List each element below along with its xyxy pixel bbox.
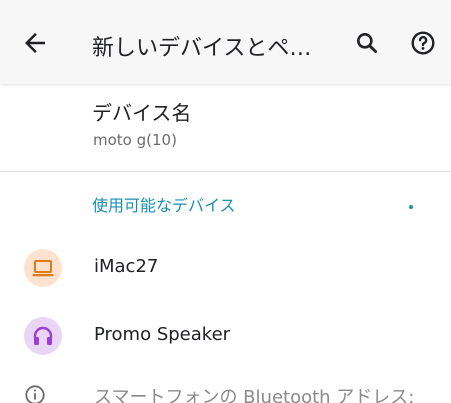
device-item-imac27[interactable]: iMac27 (0, 233, 451, 301)
headphones-icon (33, 326, 53, 345)
device-label: Promo Speaker (94, 324, 231, 345)
device-name-title: デバイス名 (92, 101, 192, 125)
device-item-promo-speaker[interactable]: Promo Speaker (0, 301, 451, 369)
laptop-icon (32, 260, 54, 277)
device-label: iMac27 (94, 256, 159, 277)
bluetooth-address-info: スマートフォンの Bluetooth アドレス: (0, 378, 451, 403)
help-circle-icon (411, 31, 435, 55)
device-name-value: moto g(10) (93, 131, 177, 149)
app-bar: 新しいデバイスとペ… (0, 0, 451, 84)
search-button[interactable] (354, 30, 380, 56)
scanning-progress-indicator (409, 205, 413, 209)
bluetooth-address-text: スマートフォンの Bluetooth アドレス: (94, 387, 415, 403)
info-icon (25, 385, 45, 403)
divider (0, 171, 451, 172)
available-devices-header: 使用可能なデバイス (92, 196, 236, 215)
search-icon (357, 33, 378, 54)
device-name-setting[interactable]: デバイス名 moto g(10) (0, 85, 451, 169)
page-title: 新しいデバイスとペ… (92, 36, 312, 61)
help-button[interactable] (410, 30, 436, 56)
device-icon-container (24, 249, 62, 287)
device-icon-container (24, 317, 62, 355)
arrow-back-icon (25, 33, 45, 53)
back-button[interactable] (20, 28, 50, 58)
